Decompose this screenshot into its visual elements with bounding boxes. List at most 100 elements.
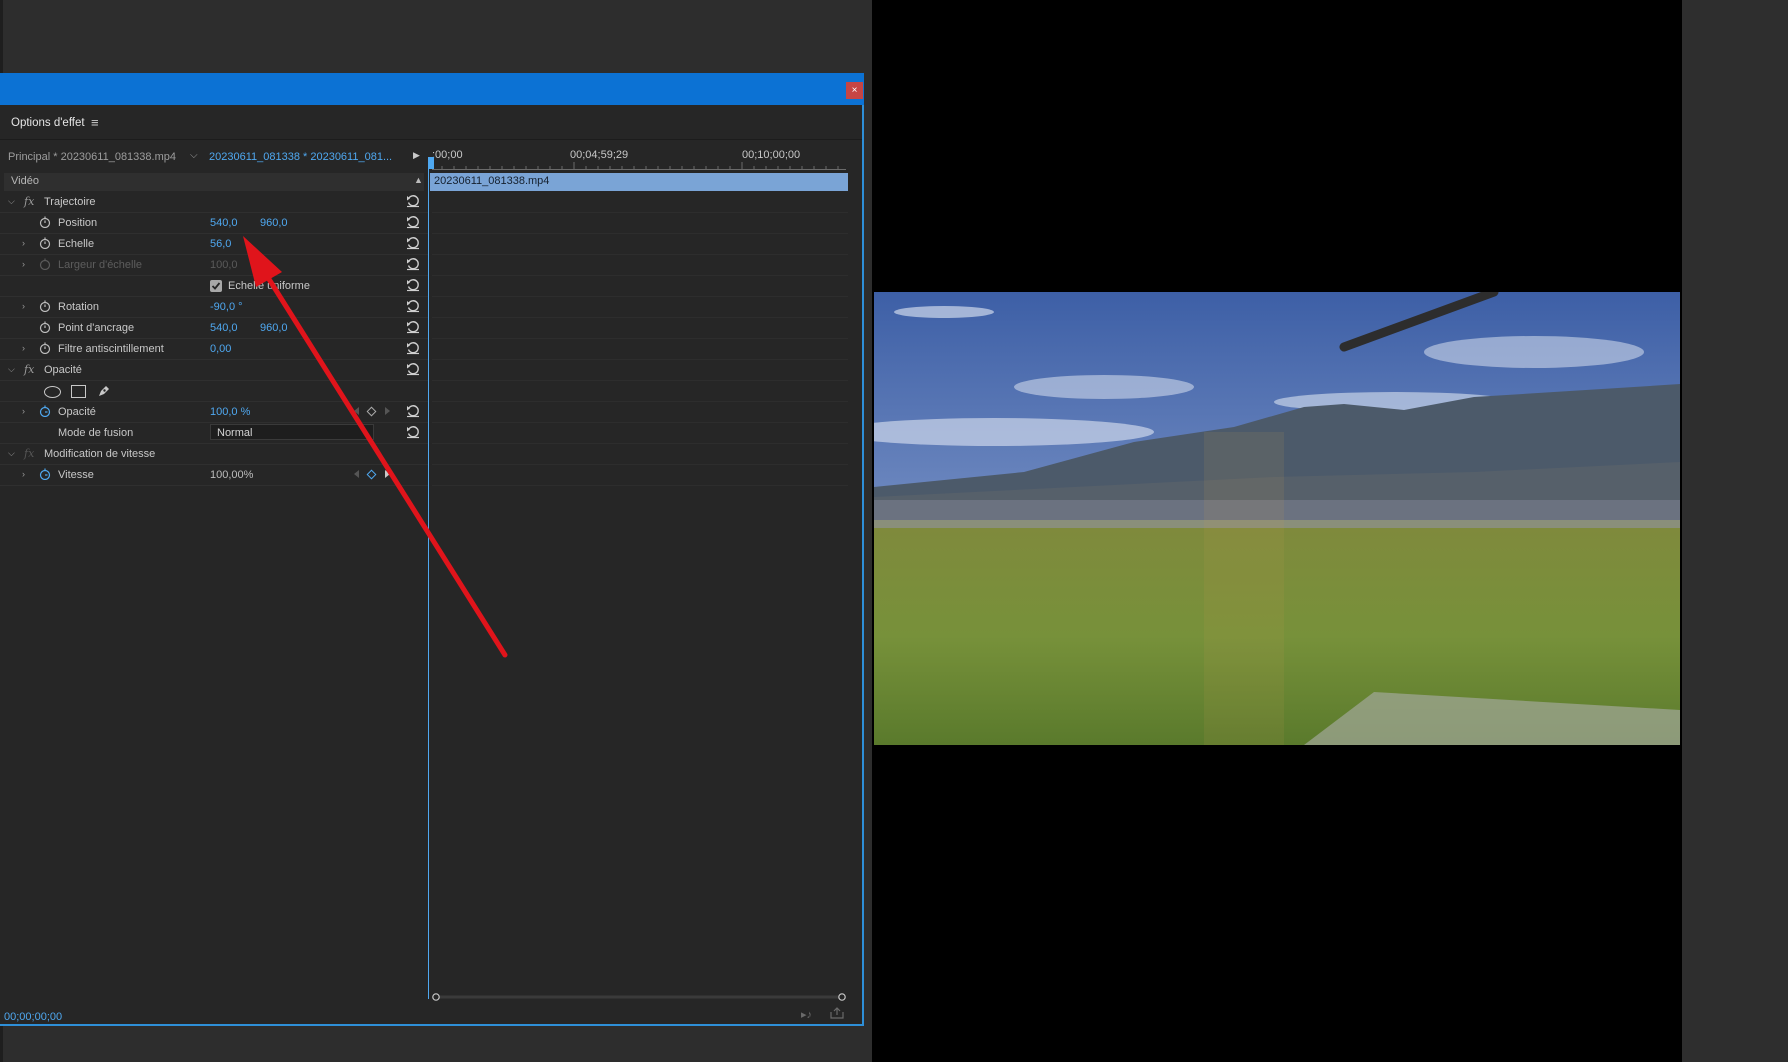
anchor-x-value[interactable]: 540,0 (210, 322, 238, 334)
chevron-right-icon[interactable]: › (22, 406, 25, 416)
previous-keyframe-icon[interactable] (354, 470, 359, 478)
next-keyframe-icon[interactable] (385, 470, 390, 478)
export-icon[interactable] (830, 1007, 844, 1019)
stopwatch-icon[interactable] (39, 216, 51, 228)
add-keyframe-icon[interactable] (366, 469, 377, 480)
reset-icon[interactable] (406, 425, 420, 439)
timeline-row (432, 465, 848, 486)
reset-icon[interactable] (406, 299, 420, 313)
param-label: Mode de fusion (58, 427, 134, 439)
param-row-speed: › Vitesse 100,00% (0, 465, 428, 486)
tab-effect-options[interactable]: Options d'effet (11, 113, 85, 133)
ruler-timecode-mid: 00;04;59;29 (570, 149, 629, 161)
timeline-row (432, 402, 848, 423)
rectangle-mask-icon[interactable] (71, 385, 86, 398)
reset-icon[interactable] (406, 278, 420, 292)
ellipse-mask-icon[interactable] (44, 386, 61, 398)
param-label: Filtre antiscintillement (58, 343, 164, 355)
clip-name-label: 20230611_081338.mp4 (434, 175, 550, 187)
reset-icon[interactable] (406, 362, 420, 376)
fx-badge-icon[interactable]: fx (24, 195, 34, 208)
playhead-line (428, 169, 429, 999)
chevron-down-icon[interactable]: ⌵ (8, 196, 15, 207)
collapse-up-icon[interactable]: ▲ (414, 175, 423, 185)
timeline-row (432, 318, 848, 339)
reset-icon[interactable] (406, 236, 420, 250)
stopwatch-icon[interactable] (39, 300, 51, 312)
next-keyframe-icon[interactable] (385, 407, 390, 415)
chevron-down-icon[interactable]: ⌵ (190, 150, 198, 161)
param-row-opacity: › Opacité 100,0 % (0, 402, 428, 423)
ruler-timecode-start: :00;00 (432, 149, 463, 161)
chevron-right-icon[interactable]: › (22, 259, 25, 269)
blend-mode-select[interactable]: Normal (210, 424, 374, 440)
param-row-rotation: › Rotation -90,0 ° (0, 297, 428, 318)
param-row-echelle: › Echelle 56,0 (0, 234, 428, 255)
timeline-row (432, 192, 848, 213)
timeline-row (432, 381, 848, 402)
chevron-down-icon[interactable]: ⌵ (8, 364, 15, 375)
param-row-largeur: › Largeur d'échelle 100,0 (0, 255, 428, 276)
stopwatch-active-icon[interactable] (39, 468, 51, 480)
opacity-value[interactable]: 100,0 % (210, 406, 250, 418)
ruler-timecode-end: 00;10;00;00 (742, 149, 801, 161)
play-triangle-icon[interactable]: ▶ (413, 150, 420, 161)
chevron-down-icon[interactable]: ⌵ (8, 448, 15, 459)
anchor-y-value[interactable]: 960,0 (260, 322, 288, 334)
scale-value[interactable]: 56,0 (210, 238, 231, 250)
stopwatch-icon[interactable] (39, 342, 51, 354)
effect-row-vitesse[interactable]: ⌵ fx Modification de vitesse (0, 444, 428, 465)
timeline-clip[interactable]: 20230611_081338.mp4 (430, 173, 848, 191)
uniform-scale-checkbox[interactable] (210, 280, 222, 292)
fx-badge-icon[interactable]: fx (24, 363, 34, 376)
position-y-value[interactable]: 960,0 (260, 217, 288, 229)
param-row-uniform: Echelle uniforme (0, 276, 428, 297)
playhead-handle[interactable] (428, 157, 434, 169)
landscape-image (874, 292, 1680, 745)
effect-label: Modification de vitesse (44, 448, 156, 460)
stopwatch-active-icon[interactable] (39, 405, 51, 417)
param-row-blend: Mode de fusion Normal (0, 423, 428, 444)
side-panel-strip (1682, 0, 1788, 1062)
panel-titlebar[interactable]: × (0, 73, 864, 105)
close-button[interactable]: × (846, 82, 863, 99)
previous-keyframe-icon[interactable] (354, 407, 359, 415)
reset-icon[interactable] (406, 404, 420, 418)
reset-icon[interactable] (406, 215, 420, 229)
source-sequence-label[interactable]: Principal * 20230611_081338.mp4 (8, 151, 176, 163)
stopwatch-icon[interactable] (39, 237, 51, 249)
video-section-header[interactable]: Vidéo ▲ (4, 173, 424, 191)
position-x-value[interactable]: 540,0 (210, 217, 238, 229)
timeline-zoom-scrollbar[interactable] (432, 993, 846, 1001)
chevron-right-icon[interactable]: › (22, 469, 25, 479)
param-row-position: Position 540,0 960,0 (0, 213, 428, 234)
stopwatch-icon[interactable] (39, 321, 51, 333)
flicker-filter-value[interactable]: 0,00 (210, 343, 231, 355)
reset-icon[interactable] (406, 194, 420, 208)
panel-menu-icon[interactable]: ≡ (91, 113, 99, 133)
param-label: Vitesse (58, 469, 94, 481)
play-audio-only-icon[interactable]: ▸♪ (801, 1008, 812, 1021)
scale-width-value: 100,0 (210, 259, 238, 271)
clip-selector[interactable]: 20230611_081338 * 20230611_081... (209, 151, 392, 163)
timeline-row (432, 234, 848, 255)
reset-icon[interactable] (406, 320, 420, 334)
current-timecode[interactable]: 00;00;00;00 (4, 1011, 62, 1023)
chevron-right-icon[interactable]: › (22, 238, 25, 248)
add-keyframe-icon[interactable] (366, 406, 377, 417)
effect-row-trajectoire[interactable]: ⌵ fx Trajectoire (0, 192, 428, 213)
rotation-value[interactable]: -90,0 ° (210, 301, 243, 313)
pen-mask-icon[interactable] (96, 383, 112, 399)
effect-label: Trajectoire (44, 196, 96, 208)
video-preview-frame (874, 292, 1680, 745)
reset-icon[interactable] (406, 257, 420, 271)
param-label: Opacité (58, 406, 96, 418)
param-row-ancrage: Point d'ancrage 540,0 960,0 (0, 318, 428, 339)
chevron-right-icon[interactable]: › (22, 301, 25, 311)
uniform-scale-label[interactable]: Echelle uniforme (228, 280, 310, 292)
effect-row-opacite[interactable]: ⌵ fx Opacité (0, 360, 428, 381)
chevron-right-icon[interactable]: › (22, 343, 25, 353)
reset-icon[interactable] (406, 341, 420, 355)
speed-value[interactable]: 100,00% (210, 469, 253, 481)
time-ruler[interactable] (432, 162, 846, 170)
